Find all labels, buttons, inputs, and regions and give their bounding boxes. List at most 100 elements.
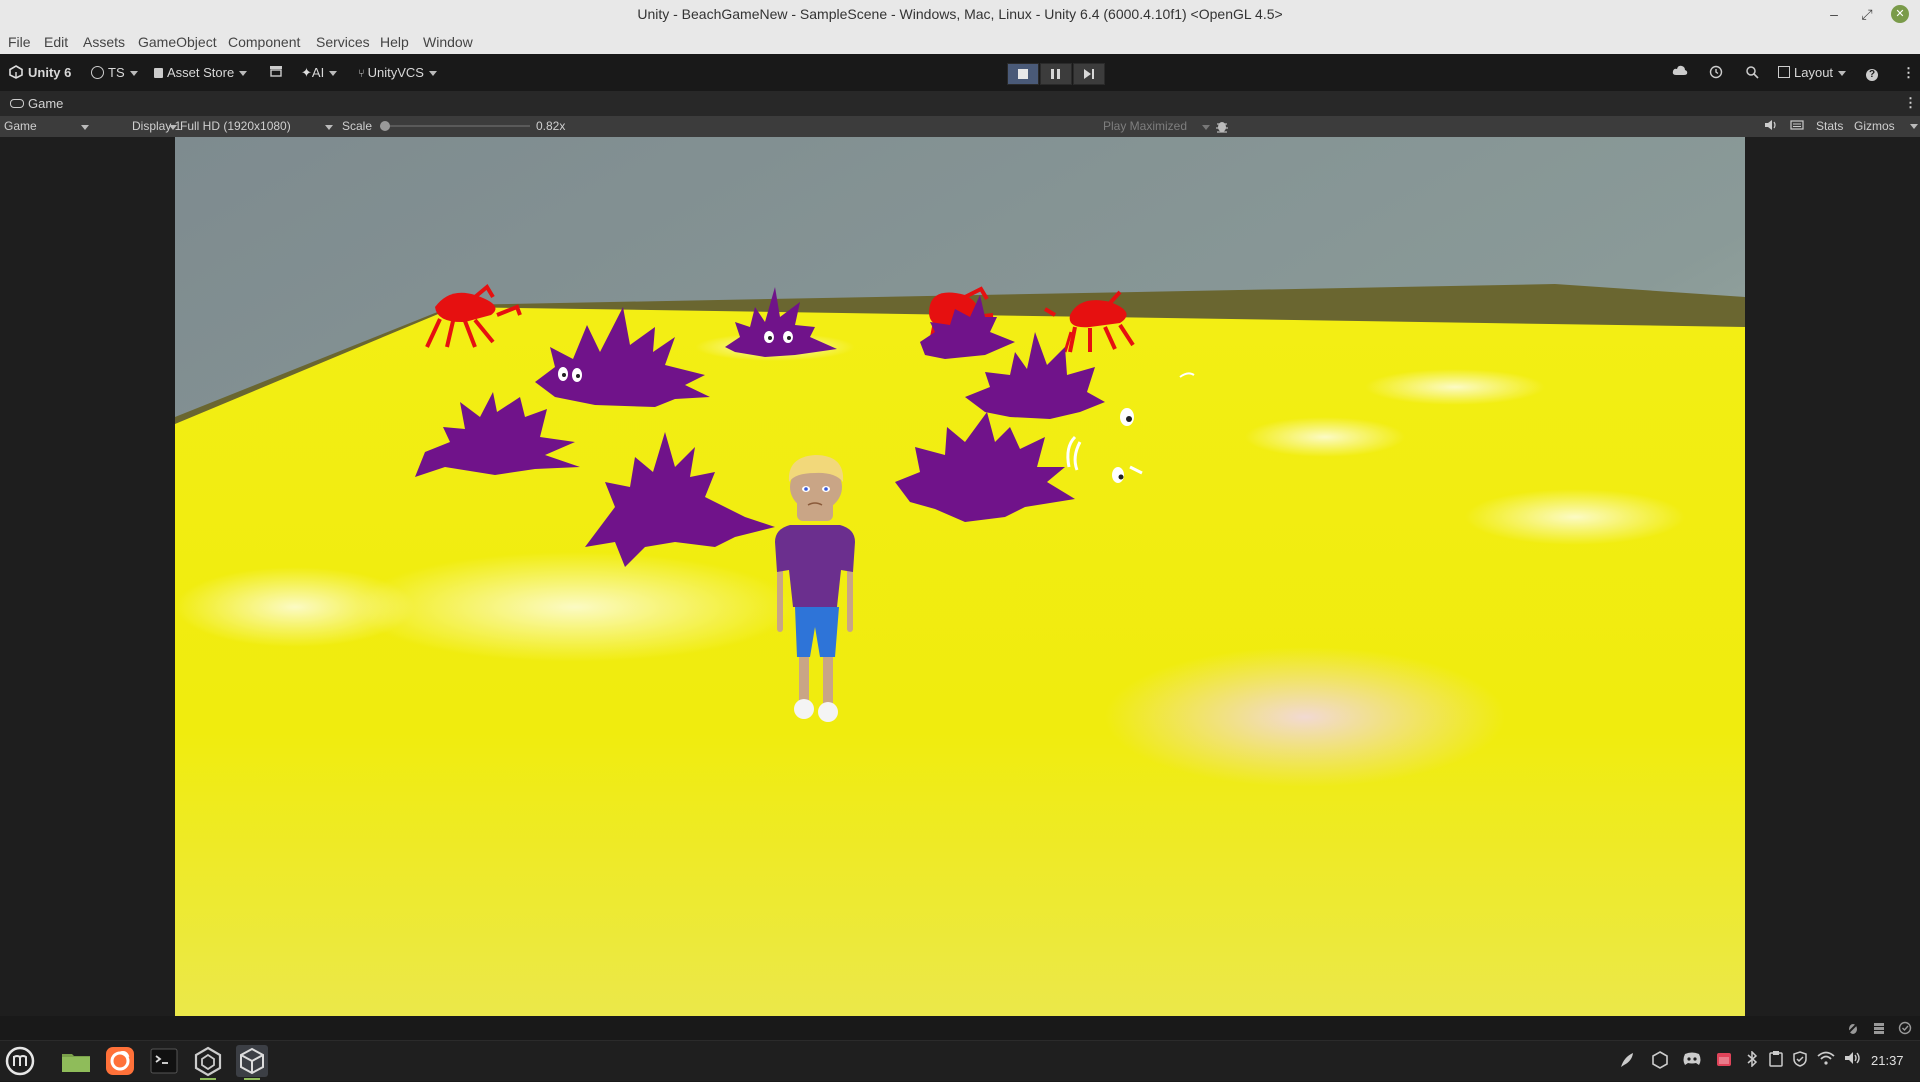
tab-strip: Game ⋮ bbox=[0, 91, 1920, 116]
history-icon[interactable] bbox=[1709, 65, 1723, 82]
cloud-icon[interactable] bbox=[1672, 65, 1688, 80]
keyboard-icon[interactable] bbox=[1790, 119, 1804, 134]
sparkle-icon: ✦ bbox=[301, 65, 312, 80]
display-select[interactable]: Display 1 bbox=[96, 119, 181, 133]
account-dropdown[interactable]: TS bbox=[91, 65, 138, 80]
stop-icon bbox=[1018, 69, 1028, 79]
clipboard-icon[interactable] bbox=[1766, 1051, 1786, 1071]
menu-window[interactable]: Window bbox=[423, 34, 473, 50]
shield-icon[interactable] bbox=[1790, 1051, 1810, 1071]
minimize-button[interactable]: – bbox=[1824, 4, 1844, 24]
pause-button[interactable] bbox=[1040, 63, 1072, 85]
search-icon[interactable] bbox=[1745, 65, 1759, 82]
ai-label: AI bbox=[311, 65, 325, 80]
sand-highlight bbox=[1245, 417, 1405, 457]
menu-icon[interactable] bbox=[4, 1045, 36, 1077]
view-select[interactable]: Game bbox=[4, 119, 89, 133]
unity-logo-icon bbox=[9, 65, 23, 79]
asset-store-label: Asset Store bbox=[167, 65, 235, 80]
chevron-down-icon bbox=[129, 71, 138, 77]
menu-services[interactable]: Services bbox=[316, 34, 370, 50]
chevron-down-icon bbox=[81, 125, 89, 130]
sand-highlight bbox=[355, 552, 795, 662]
wifi-icon[interactable] bbox=[1816, 1051, 1836, 1071]
menu-component[interactable]: Component bbox=[228, 34, 300, 50]
bug-icon[interactable] bbox=[1215, 118, 1229, 137]
feather-icon[interactable] bbox=[1617, 1051, 1637, 1071]
window-title-bar: Unity - BeachGameNew - SampleScene - Win… bbox=[0, 0, 1920, 29]
menu-file[interactable]: File bbox=[8, 34, 31, 50]
play-mode-select-value: Play Maximized bbox=[1103, 119, 1188, 133]
game-view[interactable] bbox=[175, 137, 1745, 1016]
gamepad-icon bbox=[10, 99, 24, 108]
scale-value: 0.82x bbox=[536, 119, 566, 133]
terminal-icon[interactable] bbox=[148, 1045, 180, 1077]
discord-icon[interactable] bbox=[1682, 1051, 1702, 1071]
menu-assets[interactable]: Assets bbox=[83, 34, 125, 50]
asset-store-dropdown[interactable]: Asset Store bbox=[154, 65, 248, 80]
chevron-down-icon bbox=[329, 71, 338, 77]
scale-slider-thumb[interactable] bbox=[380, 121, 390, 131]
clock[interactable]: 21:37 bbox=[1871, 1053, 1904, 1068]
layout-label: Layout bbox=[1794, 65, 1834, 80]
version-control-dropdown[interactable]: ⑂ UnityVCS bbox=[358, 65, 437, 80]
menu-gameobject[interactable]: GameObject bbox=[138, 34, 217, 50]
step-forward-icon bbox=[1084, 69, 1094, 79]
volume-icon[interactable] bbox=[1843, 1051, 1863, 1071]
chevron-down-icon bbox=[325, 125, 333, 130]
chevron-down-icon bbox=[428, 71, 437, 77]
vcs-label: UnityVCS bbox=[367, 65, 424, 80]
resolution-select[interactable]: Full HD (1920x1080) bbox=[180, 119, 333, 133]
bluetooth-icon[interactable] bbox=[1742, 1050, 1762, 1071]
sand-highlight bbox=[175, 567, 415, 647]
close-button[interactable]: ✕ bbox=[1891, 5, 1909, 23]
account-icon bbox=[91, 66, 104, 79]
unity-hub-icon[interactable] bbox=[192, 1045, 224, 1080]
pause-icon bbox=[1051, 69, 1054, 79]
menu-bar: File Edit Assets GameObject Component Se… bbox=[0, 29, 1920, 54]
package-icon[interactable] bbox=[269, 65, 283, 80]
firefox-icon[interactable] bbox=[104, 1045, 136, 1077]
chevron-down-icon bbox=[1202, 125, 1210, 130]
window-title: Unity - BeachGameNew - SampleScene - Win… bbox=[637, 6, 1283, 22]
layout-dropdown[interactable]: Layout bbox=[1778, 65, 1847, 80]
chevron-down-icon bbox=[1838, 71, 1847, 77]
ai-dropdown[interactable]: ✦AI bbox=[301, 65, 338, 81]
main-toolbar: Unity 6 TS Asset Store ✦AI ⑂ UnityVCS Lay… bbox=[0, 55, 1920, 91]
game-view-toolbar: Game Display 1 Full HD (1920x1080) Scale… bbox=[0, 116, 1920, 138]
scale-slider-track[interactable] bbox=[380, 121, 530, 131]
tab-game-label: Game bbox=[28, 96, 64, 111]
menu-edit[interactable]: Edit bbox=[44, 34, 68, 50]
more-vertical-icon[interactable]: ⋮ bbox=[1902, 65, 1915, 81]
gizmos-chevron-down-icon[interactable] bbox=[1910, 124, 1918, 129]
unity-account-button[interactable]: Unity 6 bbox=[9, 65, 71, 80]
step-button[interactable] bbox=[1073, 63, 1105, 85]
chevron-down-icon bbox=[169, 125, 177, 130]
help-icon[interactable]: ? bbox=[1866, 65, 1878, 81]
gizmos-button[interactable]: Gizmos bbox=[1854, 119, 1895, 133]
play-mode-select[interactable]: Play Maximized bbox=[1103, 119, 1210, 133]
unity-tray-icon[interactable] bbox=[1650, 1051, 1670, 1071]
unity-editor-icon[interactable] bbox=[236, 1045, 268, 1080]
layers-icon[interactable] bbox=[1872, 1021, 1886, 1035]
tab-game[interactable]: Game bbox=[10, 96, 63, 111]
sand-highlight bbox=[1365, 369, 1545, 405]
chevron-down-icon bbox=[239, 71, 248, 77]
branch-icon: ⑂ bbox=[358, 68, 365, 80]
sand-highlight bbox=[1105, 647, 1505, 787]
maximize-button[interactable]: ⤢ bbox=[1857, 4, 1877, 24]
sand-highlight bbox=[1465, 489, 1685, 545]
audio-mute-icon[interactable] bbox=[1764, 119, 1778, 134]
stats-button[interactable]: Stats bbox=[1816, 119, 1843, 133]
sand-ground bbox=[175, 307, 1745, 1016]
scale-label: Scale bbox=[342, 119, 373, 133]
debug-bug-icon[interactable] bbox=[1846, 1021, 1860, 1035]
tab-options-icon[interactable]: ⋮ bbox=[1904, 95, 1917, 111]
calendar-icon[interactable] bbox=[1714, 1051, 1734, 1071]
game-scene bbox=[175, 137, 1745, 1016]
check-circle-icon[interactable] bbox=[1898, 1021, 1912, 1035]
stop-button[interactable] bbox=[1007, 63, 1039, 85]
menu-help[interactable]: Help bbox=[380, 34, 409, 50]
files-icon[interactable] bbox=[60, 1045, 92, 1077]
status-bar bbox=[0, 1016, 1920, 1040]
